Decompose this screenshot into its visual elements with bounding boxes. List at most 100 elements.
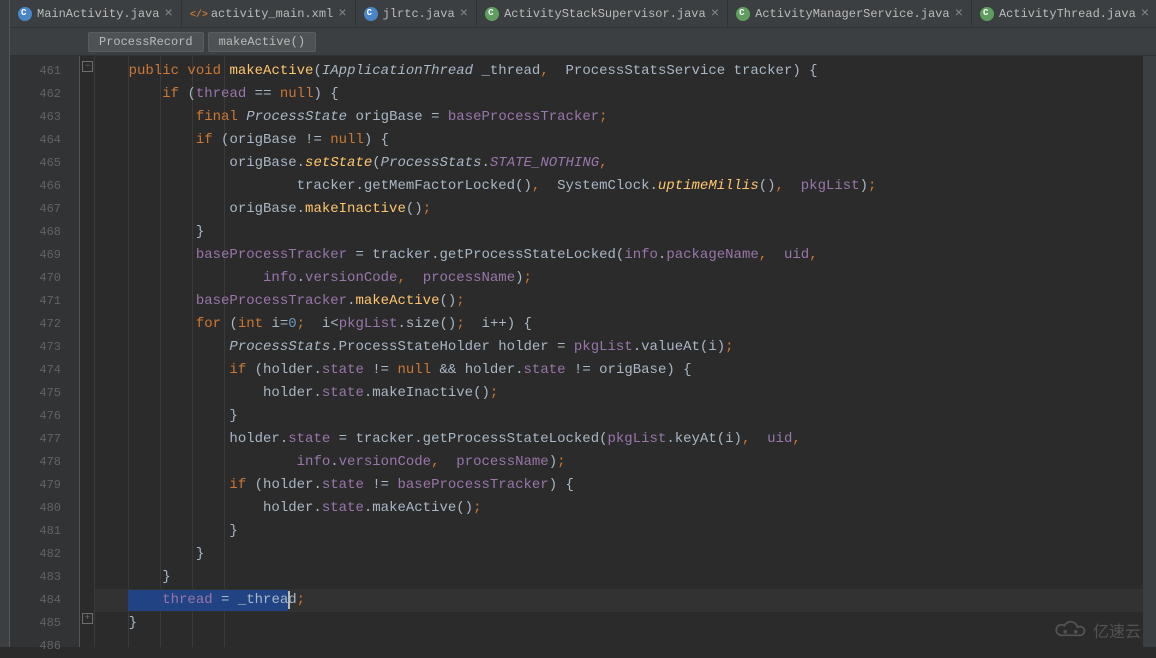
close-icon[interactable]: × (1141, 7, 1149, 21)
code-token: ; (490, 385, 498, 401)
code-token: state (524, 362, 566, 378)
code-line[interactable]: info.versionCode, processName); (95, 267, 1143, 290)
code-token: . (297, 270, 305, 286)
fold-gutter[interactable]: − + (80, 56, 95, 647)
code-line[interactable]: final ProcessState origBase = baseProces… (95, 106, 1143, 129)
code-line[interactable]: tracker.getMemFactorLocked(), SystemCloc… (95, 175, 1143, 198)
line-number: 466 (10, 175, 61, 198)
code-line[interactable]: holder.state.makeActive(); (95, 497, 1143, 520)
code-line[interactable]: } (95, 405, 1143, 428)
code-token (95, 316, 196, 332)
code-token: versionCode (339, 454, 431, 470)
code-token: ProcessStats (381, 155, 482, 171)
code-token: state (322, 362, 364, 378)
code-token: null (280, 86, 314, 102)
code-token: state (322, 385, 364, 401)
vertical-scrollbar[interactable] (1143, 56, 1156, 647)
code-token: ; (297, 316, 314, 332)
code-line[interactable]: if (origBase != null) { (95, 129, 1143, 152)
code-line[interactable]: } (95, 612, 1143, 635)
code-token: , (759, 247, 776, 263)
code-token (95, 109, 196, 125)
line-number: 479 (10, 474, 61, 497)
line-number: 468 (10, 221, 61, 244)
code-line[interactable]: for (int i=0; i<pkgList.size(); i++) { (95, 313, 1143, 336)
breadcrumb-item[interactable]: makeActive() (208, 32, 316, 52)
editor-tab[interactable]: ActivityThread.java× (972, 0, 1156, 27)
line-number: 485 (10, 612, 61, 635)
code-token: .makeInactive() (364, 385, 490, 401)
editor-tab[interactable]: ActivityManagerService.java× (728, 0, 972, 27)
code-line[interactable]: holder.state = tracker.getProcessStateLo… (95, 428, 1143, 451)
code-token (95, 247, 196, 263)
code-line[interactable]: } (95, 543, 1143, 566)
line-number: 471 (10, 290, 61, 313)
code-line[interactable]: if (holder.state != null && holder.state… (95, 359, 1143, 382)
editor-tab[interactable]: jlrtc.java × (356, 0, 477, 27)
code-token: ) (860, 178, 868, 194)
code-token: (holder. (255, 362, 322, 378)
fold-expand-icon[interactable]: + (82, 613, 93, 624)
code-line[interactable]: if (thread == null) { (95, 83, 1143, 106)
tab-label: jlrtc.java (383, 7, 455, 21)
code-line[interactable]: holder.state.makeInactive(); (95, 382, 1143, 405)
close-icon[interactable]: × (460, 7, 468, 21)
code-token: = tracker.getProcessStateLocked( (347, 247, 624, 263)
code-token: pkgList (801, 178, 860, 194)
code-token: 0 (288, 316, 296, 332)
code-line[interactable]: thread = _thread; (95, 589, 1143, 612)
java-lib-file-icon (485, 7, 499, 21)
code-token: null (330, 132, 364, 148)
breadcrumb-item[interactable]: ProcessRecord (88, 32, 204, 52)
code-token: origBase = (347, 109, 448, 125)
code-token: versionCode (305, 270, 397, 286)
close-icon[interactable]: × (338, 7, 346, 21)
editor-tab[interactable]: ActivityStackSupervisor.java× (477, 0, 728, 27)
editor-tab[interactable]: MainActivity.java× (10, 0, 182, 27)
code-token: setState (305, 155, 372, 171)
code-line[interactable]: if (holder.state != baseProcessTracker) … (95, 474, 1143, 497)
code-token: = _thread (213, 592, 297, 608)
code-line[interactable] (95, 635, 1143, 647)
code-token: , (540, 63, 557, 79)
code-token: ; (456, 293, 464, 309)
code-line[interactable]: baseProcessTracker.makeActive(); (95, 290, 1143, 313)
code-line[interactable]: } (95, 566, 1143, 589)
code-token: tracker.getMemFactorLocked() (95, 178, 532, 194)
close-icon[interactable]: × (711, 7, 719, 21)
line-number-gutter: 4614624634644654664674684694704714724734… (10, 56, 80, 647)
code-line[interactable]: info.versionCode, processName); (95, 451, 1143, 474)
code-editor[interactable]: public void makeActive(IApplicationThrea… (95, 56, 1143, 647)
code-line[interactable]: origBase.makeInactive(); (95, 198, 1143, 221)
code-token: ProcessStats (229, 339, 330, 355)
code-line[interactable]: origBase.setState(ProcessStats.STATE_NOT… (95, 152, 1143, 175)
code-token: for (196, 316, 230, 332)
code-token: int (238, 316, 272, 332)
code-line[interactable]: baseProcessTracker = tracker.getProcessS… (95, 244, 1143, 267)
java-lib-file-icon (736, 7, 750, 21)
code-token: != (364, 477, 398, 493)
code-token: , (742, 431, 759, 447)
code-line[interactable]: public void makeActive(IApplicationThrea… (95, 60, 1143, 83)
code-token: , (776, 178, 793, 194)
code-line[interactable]: } (95, 221, 1143, 244)
code-token: origBase. (95, 201, 305, 217)
code-token (95, 63, 129, 79)
editor-tab[interactable]: activity_main.xml× (182, 0, 356, 27)
watermark-text: 亿速云 (1093, 618, 1141, 642)
code-token: ; (557, 454, 565, 470)
code-line[interactable]: ProcessStats.ProcessStateHolder holder =… (95, 336, 1143, 359)
code-token: ) { (364, 132, 389, 148)
close-icon[interactable]: × (164, 7, 172, 21)
fold-collapse-icon[interactable]: − (82, 61, 93, 72)
code-token: ; (423, 201, 431, 217)
close-icon[interactable]: × (955, 7, 963, 21)
code-token: , (431, 454, 448, 470)
code-token: holder. (95, 431, 288, 447)
code-token: ( (229, 316, 237, 332)
xml-file-icon (190, 7, 206, 21)
editor-tabs-bar: MainActivity.java×activity_main.xml×jlrt… (10, 0, 1156, 28)
code-token: (origBase != (221, 132, 330, 148)
tool-window-strip (0, 0, 10, 647)
code-line[interactable]: } (95, 520, 1143, 543)
